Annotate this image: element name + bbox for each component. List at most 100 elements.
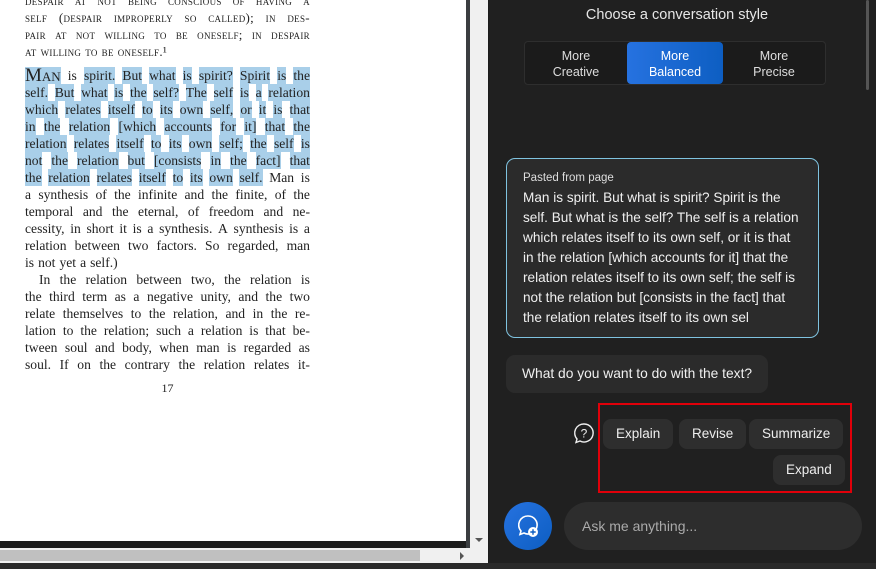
highlighted-word: the: [293, 67, 310, 84]
style-more-creative[interactable]: More Creative: [525, 42, 627, 84]
chat-scrollbar[interactable]: [866, 0, 869, 90]
word: when: [159, 340, 189, 355]
word: synthesis: [233, 221, 284, 236]
highlighted-word: the: [250, 135, 267, 152]
highlighted-word: relates: [96, 169, 132, 186]
header-line: self (despair improperly so called); in des-: [25, 10, 310, 25]
scroll-down-arrow-icon[interactable]: [475, 538, 483, 542]
highlighted-word: the: [230, 152, 247, 169]
pdf-page: despair at not being conscious of having a self…: [25, 0, 310, 396]
ask-input[interactable]: Ask me anything...: [564, 502, 862, 550]
highlight-box: [598, 403, 852, 493]
word: and: [82, 204, 103, 219]
pasted-text: Man is spirit. But what is spirit? Spiri…: [523, 190, 799, 325]
word: is: [67, 68, 77, 83]
new-topic-button[interactable]: [504, 502, 552, 550]
text-line: relate themselves to the relation, and in the re…: [25, 305, 310, 322]
highlighted-word: relation: [76, 152, 119, 169]
word: soul.: [25, 357, 52, 372]
header-line: pair at not willing to be oneself; in despair: [25, 27, 310, 42]
text-line: In the relation between two, the relation is: [25, 271, 310, 288]
word: to: [62, 323, 74, 338]
highlighted-word: that: [289, 101, 310, 118]
word: term: [82, 289, 108, 304]
highlighted-word: that: [264, 118, 286, 135]
word: is: [25, 255, 35, 270]
style-label: More: [561, 49, 591, 63]
word: of: [274, 187, 287, 202]
highlighted-word: self: [213, 84, 234, 101]
vertical-scrollbar[interactable]: [470, 0, 488, 548]
highlighted-word: own: [209, 169, 233, 186]
highlighted-word: which: [25, 101, 59, 118]
highlighted-word: spirit?: [198, 67, 233, 84]
highlighted-word: to: [150, 135, 162, 152]
highlighted-word: a: [255, 84, 262, 101]
word: is: [132, 221, 142, 236]
highlighted-word: in: [25, 118, 36, 135]
style-label: Precise: [753, 65, 795, 79]
highlighted-word: is: [182, 67, 192, 84]
word: a: [133, 289, 140, 304]
word: So: [205, 238, 220, 253]
header-line: at willing to be oneself.¹: [25, 44, 168, 59]
word: the: [25, 289, 42, 304]
pdf-page-view: despair at not being conscious of having a self…: [0, 0, 466, 541]
pasted-text-card: Pasted from page Man is spirit. But what…: [506, 158, 819, 338]
style-more-precise[interactable]: More Precise: [723, 42, 825, 84]
word: such: [156, 323, 181, 338]
highlighted-word: But: [122, 67, 143, 84]
text-line: the third term as a negative unity, and the two: [25, 288, 310, 305]
text-line: cessity, in short it is a synthesis. Asynthesis…: [25, 220, 310, 237]
paragraph-2[interactable]: In the relation between two, the relation is the…: [25, 271, 310, 373]
word: finite,: [235, 187, 268, 202]
word: the: [80, 323, 97, 338]
word: the: [99, 357, 117, 372]
highlighted-word: self: [273, 135, 294, 152]
word: relation: [200, 323, 243, 338]
word: self.): [90, 255, 118, 270]
word: relation: [85, 272, 128, 287]
highlighted-word: The: [185, 84, 207, 101]
style-label: More: [660, 49, 690, 63]
scroll-right-arrow-icon[interactable]: [460, 552, 464, 560]
text-line: relation relates itself to its own self; the sel…: [25, 135, 310, 152]
scrollbar-thumb[interactable]: [0, 550, 420, 561]
highlighted-word: self;: [219, 135, 243, 152]
highlighted-word: Man: [25, 65, 61, 86]
word: that: [265, 323, 286, 338]
word: is: [227, 340, 237, 355]
word: between: [74, 238, 120, 253]
highlighted-word: what: [149, 67, 176, 84]
highlighted-word: spirit.: [83, 67, 116, 84]
highlighted-word: self?: [153, 84, 179, 101]
word: negative: [146, 289, 193, 304]
word: it: [119, 221, 127, 236]
highlighted-word: self.: [239, 169, 263, 186]
word: is: [249, 323, 259, 338]
horizontal-scrollbar[interactable]: [0, 548, 488, 563]
word: tween: [25, 340, 58, 355]
word: and: [238, 289, 259, 304]
style-more-balanced[interactable]: More Balanced: [627, 42, 723, 84]
word: between: [136, 272, 182, 287]
word: relates: [253, 357, 290, 372]
header-line: despair at not being conscious of having a: [25, 0, 310, 8]
word: yet: [59, 255, 77, 270]
word: and: [225, 306, 246, 321]
word: as: [298, 340, 310, 355]
bottom-bar: [0, 563, 876, 569]
word: the: [265, 289, 283, 304]
paragraph-1[interactable]: Man is spirit. But what is spirit? Spirit is the s…: [25, 65, 310, 271]
word: A: [218, 221, 228, 236]
highlighted-word: itself: [107, 101, 136, 118]
word: be-: [292, 323, 310, 338]
help-question-icon[interactable]: ?: [573, 422, 595, 444]
word: relation: [203, 357, 246, 372]
highlighted-word: is: [300, 135, 310, 152]
highlighted-word: its: [189, 169, 203, 186]
word: relation: [250, 272, 292, 287]
word: on: [77, 357, 91, 372]
word: soul: [64, 340, 88, 355]
style-label: Balanced: [648, 65, 702, 79]
